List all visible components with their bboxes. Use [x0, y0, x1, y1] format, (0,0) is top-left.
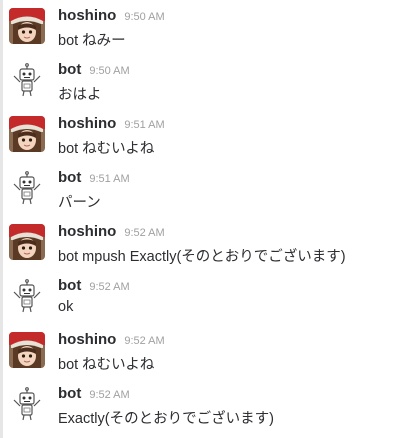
username[interactable]: hoshino: [58, 115, 116, 132]
robot-avatar[interactable]: [9, 62, 45, 98]
message-text: bot ねみー: [58, 33, 126, 49]
timestamp[interactable]: 9:52 AM: [89, 389, 129, 401]
message-hoshino: hoshino 9:52 AM bot mpush Exactly(そのとおりで…: [0, 216, 401, 270]
message-text: bot mpush Exactly(そのとおりでございます): [58, 249, 346, 265]
timestamp[interactable]: 9:51 AM: [124, 119, 164, 131]
username[interactable]: bot: [58, 385, 81, 402]
hoshino-avatar[interactable]: [9, 8, 45, 44]
username[interactable]: hoshino: [58, 223, 116, 240]
message-text: パーン: [58, 195, 101, 211]
robot-avatar[interactable]: [9, 278, 45, 314]
message-text: ok: [58, 299, 74, 315]
robot-avatar[interactable]: [9, 170, 45, 206]
message-text: Exactly(そのとおりでございます): [58, 411, 274, 427]
timestamp[interactable]: 9:50 AM: [89, 65, 129, 77]
username[interactable]: bot: [58, 169, 81, 186]
username[interactable]: hoshino: [58, 7, 116, 24]
robot-avatar[interactable]: [9, 386, 45, 422]
message-text: おはよ: [58, 87, 102, 103]
message-bot: bot 9:52 AM ok: [0, 270, 401, 324]
message-text: bot ねむいよね: [58, 141, 155, 157]
message-text: bot ねむいよね: [58, 357, 155, 373]
hoshino-avatar[interactable]: [9, 116, 45, 152]
username[interactable]: bot: [58, 277, 81, 294]
username[interactable]: hoshino: [58, 331, 116, 348]
timestamp[interactable]: 9:52 AM: [124, 335, 164, 347]
timestamp[interactable]: 9:52 AM: [89, 281, 129, 293]
message-bot: bot 9:52 AM Exactly(そのとおりでございます): [0, 378, 401, 432]
hoshino-avatar[interactable]: [9, 224, 45, 260]
timestamp[interactable]: 9:50 AM: [124, 11, 164, 23]
username[interactable]: bot: [58, 61, 81, 78]
timestamp[interactable]: 9:51 AM: [89, 173, 129, 185]
message-hoshino: hoshino 9:50 AM bot ねみー: [0, 0, 401, 54]
message-bot: bot 9:50 AM おはよ: [0, 54, 401, 108]
timestamp[interactable]: 9:52 AM: [124, 227, 164, 239]
message-bot: bot 9:51 AM パーン: [0, 162, 401, 216]
chat-message-list: hoshino 9:50 AM bot ねみー bot 9:50 AM おはよ …: [0, 0, 401, 438]
hoshino-avatar[interactable]: [9, 332, 45, 368]
message-hoshino: hoshino 9:52 AM bot ねむいよね: [0, 324, 401, 378]
message-hoshino: hoshino 9:51 AM bot ねむいよね: [0, 108, 401, 162]
